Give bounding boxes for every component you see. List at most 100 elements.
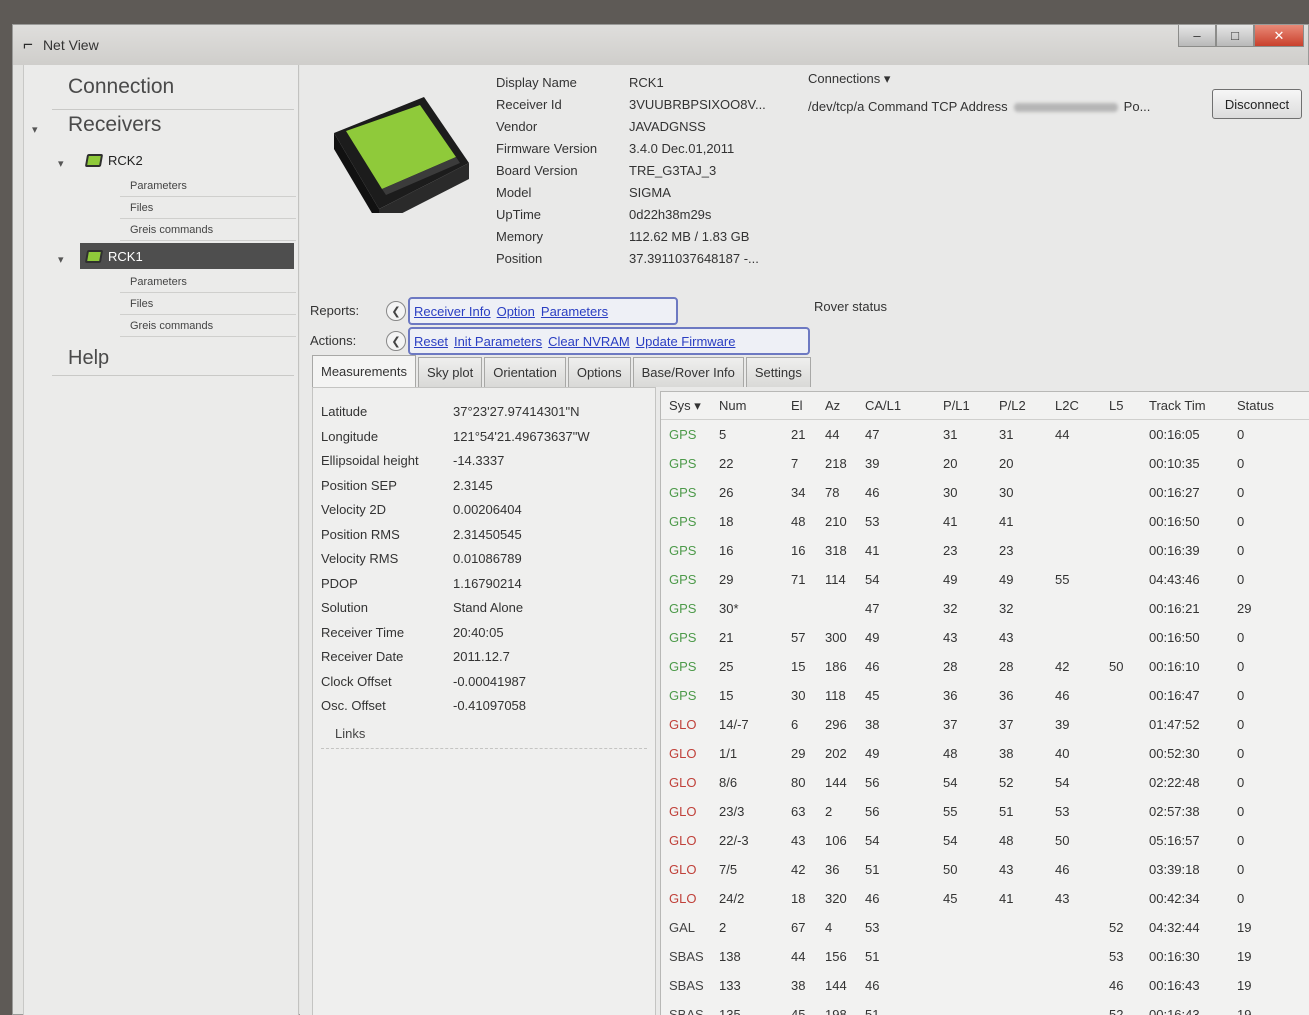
minimize-button[interactable]: – xyxy=(1178,25,1216,47)
measurement-value: 0.00206404 xyxy=(453,502,522,517)
measurement-label: Latitude xyxy=(321,404,368,419)
table-row[interactable]: GLO 23/3 63 2 56 55 51 53 02:57:38 0 xyxy=(661,799,1309,828)
tab-orientation[interactable]: Orientation xyxy=(484,357,566,387)
link-receiver-info[interactable]: Receiver Info xyxy=(414,304,491,319)
column-header-ca-l1[interactable]: CA/L1 xyxy=(865,398,901,413)
table-row[interactable]: GPS 29 71 114 54 49 49 55 04:43:46 0 xyxy=(661,567,1309,596)
tab-settings[interactable]: Settings xyxy=(745,357,811,387)
tree-item-greis-commands[interactable]: Greis commands xyxy=(120,315,296,337)
sidebar-item-connection[interactable]: Connection xyxy=(68,75,174,99)
table-row[interactable]: GAL 2 67 4 53 52 04:32:44 19 xyxy=(661,915,1309,944)
actions-back-button[interactable]: ❮ xyxy=(386,331,406,351)
table-row[interactable]: GLO 7/5 42 36 51 50 43 46 03:39:18 0 xyxy=(661,857,1309,886)
column-header-p-l1[interactable]: P/L1 xyxy=(943,398,970,413)
cell-az: 114 xyxy=(825,572,846,587)
column-header-track-time[interactable]: Track Tim xyxy=(1149,398,1206,413)
tab-options[interactable]: Options xyxy=(567,357,631,387)
tree-item-parameters[interactable]: Parameters xyxy=(120,175,296,197)
cell-p-l2: 23 xyxy=(999,543,1014,558)
column-header-status[interactable]: Status xyxy=(1237,398,1274,413)
receiver-node-rck1[interactable]: RCK1 xyxy=(80,243,294,269)
table-row[interactable]: GPS 16 16 318 41 23 23 00:16:39 0 xyxy=(661,538,1309,567)
cell-status: 0 xyxy=(1237,746,1245,761)
table-row[interactable]: GPS 21 57 300 49 43 43 00:16:50 0 xyxy=(661,625,1309,654)
close-button[interactable]: ✕ xyxy=(1254,25,1304,47)
measurement-label: Velocity RMS xyxy=(321,551,399,566)
cell-l2c: 44 xyxy=(1055,427,1070,442)
cell-el: 29 xyxy=(791,746,806,761)
tree-item-files[interactable]: Files xyxy=(120,197,296,219)
cell-el: 80 xyxy=(791,775,806,790)
table-row[interactable]: GPS 5 21 44 47 31 31 44 00:16:05 0 xyxy=(661,422,1309,451)
table-row[interactable]: GPS 18 48 210 53 41 41 00:16:50 0 xyxy=(661,509,1309,538)
reports-label: Reports: xyxy=(310,303,360,318)
link-init-parameters[interactable]: Init Parameters xyxy=(454,334,542,349)
tab-measurements[interactable]: Measurements xyxy=(312,355,416,387)
cell-p-l1: 28 xyxy=(943,659,958,674)
cell-ca-l1: 51 xyxy=(865,1007,880,1015)
table-row[interactable]: GLO 24/2 18 320 46 45 41 43 00:42:34 0 xyxy=(661,886,1309,915)
table-row[interactable]: SBAS 135 45 198 51 52 00:16:43 19 xyxy=(661,1002,1309,1015)
cell-status: 29 xyxy=(1237,601,1252,616)
link-parameters[interactable]: Parameters xyxy=(541,304,608,319)
column-header-el[interactable]: El xyxy=(791,398,803,413)
table-row[interactable]: GPS 25 15 186 46 28 28 42 50 00:16:10 0 xyxy=(661,654,1309,683)
column-header-p-l2[interactable]: P/L2 xyxy=(999,398,1026,413)
disconnect-button[interactable]: Disconnect xyxy=(1212,89,1302,119)
column-header-l5[interactable]: L5 xyxy=(1109,398,1123,413)
cell-num: 138 xyxy=(719,949,741,964)
receiver-node-rck2[interactable]: RCK2 xyxy=(80,147,294,173)
sidebar-item-receivers[interactable]: Receivers xyxy=(68,113,161,137)
collapse-arrow-icon[interactable]: ▾ xyxy=(32,123,38,136)
cell-p-l2: 30 xyxy=(999,485,1014,500)
column-header-sys[interactable]: Sys ▾ xyxy=(669,398,701,414)
sidebar-item-help[interactable]: Help xyxy=(68,347,109,370)
cell-status: 19 xyxy=(1237,949,1252,964)
tree-item-files[interactable]: Files xyxy=(120,293,296,315)
satellite-table[interactable]: Sys ▾ Num El Az CA/L1 P/L1 P/L2 L2C L5 Track Tim S… xyxy=(660,391,1309,1015)
link-update-firmware[interactable]: Update Firmware xyxy=(636,334,736,349)
tab-sky-plot[interactable]: Sky plot xyxy=(417,357,483,387)
collapse-arrow-icon[interactable]: ▾ xyxy=(58,253,64,266)
reports-back-button[interactable]: ❮ xyxy=(386,301,406,321)
cell-num: 8/6 xyxy=(719,775,738,790)
tree-item-greis-commands[interactable]: Greis commands xyxy=(120,219,296,241)
collapse-arrow-icon[interactable]: ▾ xyxy=(58,157,64,170)
measurement-label: Velocity 2D xyxy=(321,502,387,517)
links-divider xyxy=(321,748,647,749)
cell-el: 71 xyxy=(791,572,806,587)
cell-ca-l1: 46 xyxy=(865,978,880,993)
cell-track-time: 00:16:30 xyxy=(1149,949,1200,964)
cell-ca-l1: 53 xyxy=(865,514,880,529)
column-header-az[interactable]: Az xyxy=(825,398,840,413)
table-row[interactable]: GLO 8/6 80 144 56 54 52 54 02:22:48 0 xyxy=(661,770,1309,799)
table-row[interactable]: GPS 15 30 118 45 36 36 46 00:16:47 0 xyxy=(661,683,1309,712)
receiver-label: RCK2 xyxy=(108,152,143,168)
cell-ca-l1: 54 xyxy=(865,833,880,848)
cell-status: 0 xyxy=(1237,717,1245,732)
tree-item-parameters[interactable]: Parameters xyxy=(120,271,296,293)
cell-ca-l1: 46 xyxy=(865,485,880,500)
cell-l5: 50 xyxy=(1109,659,1124,674)
table-row[interactable]: GLO 22/-3 43 106 54 54 48 50 05:16:57 0 xyxy=(661,828,1309,857)
table-row[interactable]: SBAS 138 44 156 51 53 00:16:30 19 xyxy=(661,944,1309,973)
column-header-l2c[interactable]: L2C xyxy=(1055,398,1079,413)
table-row[interactable]: GLO 1/1 29 202 49 48 38 40 00:52:30 0 xyxy=(661,741,1309,770)
link-option[interactable]: Option xyxy=(497,304,535,319)
cell-p-l1: 41 xyxy=(943,514,958,529)
cell-sys: GPS xyxy=(669,659,697,674)
link-reset[interactable]: Reset xyxy=(414,334,448,349)
table-row[interactable]: GPS 26 34 78 46 30 30 00:16:27 0 xyxy=(661,480,1309,509)
tab-base-rover-info[interactable]: Base/Rover Info xyxy=(632,357,744,387)
table-row[interactable]: GPS 30* 47 32 32 00:16:21 29 xyxy=(661,596,1309,625)
maximize-button[interactable]: □ xyxy=(1216,25,1254,47)
column-header-num[interactable]: Num xyxy=(719,398,746,413)
cell-status: 0 xyxy=(1237,891,1245,906)
measurement-label: Ellipsoidal height xyxy=(321,453,419,468)
table-row[interactable]: GPS 22 7 218 39 20 20 00:10:35 0 xyxy=(661,451,1309,480)
table-row[interactable]: SBAS 133 38 144 46 46 00:16:43 19 xyxy=(661,973,1309,1002)
connections-dropdown[interactable]: Connections ▾ xyxy=(808,71,890,87)
link-clear-nvram[interactable]: Clear NVRAM xyxy=(548,334,630,349)
cell-az: 218 xyxy=(825,456,847,471)
table-row[interactable]: GLO 14/-7 6 296 38 37 37 39 01:47:52 0 xyxy=(661,712,1309,741)
